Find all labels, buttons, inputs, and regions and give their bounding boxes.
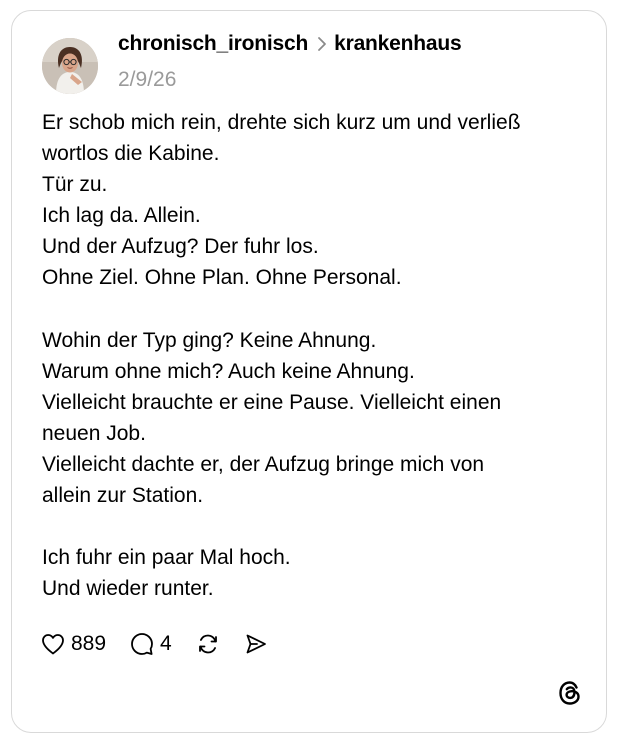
action-bar: 889 4 bbox=[41, 630, 292, 658]
heart-icon bbox=[42, 634, 64, 655]
post-text-line: Er schob mich rein, drehte sich kurz um … bbox=[42, 111, 521, 134]
send-icon bbox=[246, 634, 266, 654]
community-link[interactable]: krankenhaus bbox=[334, 32, 462, 56]
post-text: Er schob mich rein, drehte sich kurz um … bbox=[42, 107, 582, 605]
post-text-line: Wohin der Typ ging? Keine Ahnung. bbox=[42, 328, 377, 352]
like-button[interactable]: 889 bbox=[41, 632, 106, 656]
post-text-line: allein zur Station. bbox=[42, 484, 204, 508]
post-text-line: Ich fuhr ein paar Mal hoch. bbox=[42, 546, 291, 570]
post-text-line: Und wieder runter. bbox=[42, 577, 214, 601]
post-card: chronisch_ironisch krankenhaus 2/9/26 Er… bbox=[11, 10, 607, 733]
reply-button[interactable]: 4 bbox=[130, 632, 172, 656]
username[interactable]: chronisch_ironisch bbox=[118, 32, 308, 56]
share-button[interactable] bbox=[244, 632, 268, 656]
comment-icon bbox=[131, 633, 153, 655]
threads-logo-icon bbox=[559, 681, 580, 705]
like-count: 889 bbox=[71, 632, 107, 655]
post-text-line: neuen Job. bbox=[42, 421, 146, 445]
reply-count: 4 bbox=[160, 632, 172, 655]
post-text-line: Warum ohne mich? Auch keine Ahnung. bbox=[42, 359, 415, 383]
post-text-line: Vielleicht dachte er, der Aufzug bringe … bbox=[42, 453, 485, 477]
post-text-line: wortlos die Kabine. bbox=[42, 142, 220, 166]
post-date: 2/9/26 bbox=[118, 68, 177, 91]
post-header: chronisch_ironisch krankenhaus bbox=[118, 29, 462, 59]
post-text-line: Ich lag da. Allein. bbox=[42, 204, 201, 228]
post-text-line: Vielleicht brauchte er eine Pause. Viell… bbox=[42, 390, 502, 414]
chevron-right-icon bbox=[318, 37, 327, 51]
repost-icon bbox=[198, 634, 217, 654]
post-text-line: Tür zu. bbox=[42, 173, 108, 197]
avatar[interactable] bbox=[42, 38, 98, 94]
repost-button[interactable] bbox=[196, 632, 220, 656]
post-text-line: Ohne Ziel. Ohne Plan. Ohne Personal. bbox=[42, 266, 402, 290]
post-text-line: Und der Aufzug? Der fuhr los. bbox=[42, 235, 319, 259]
